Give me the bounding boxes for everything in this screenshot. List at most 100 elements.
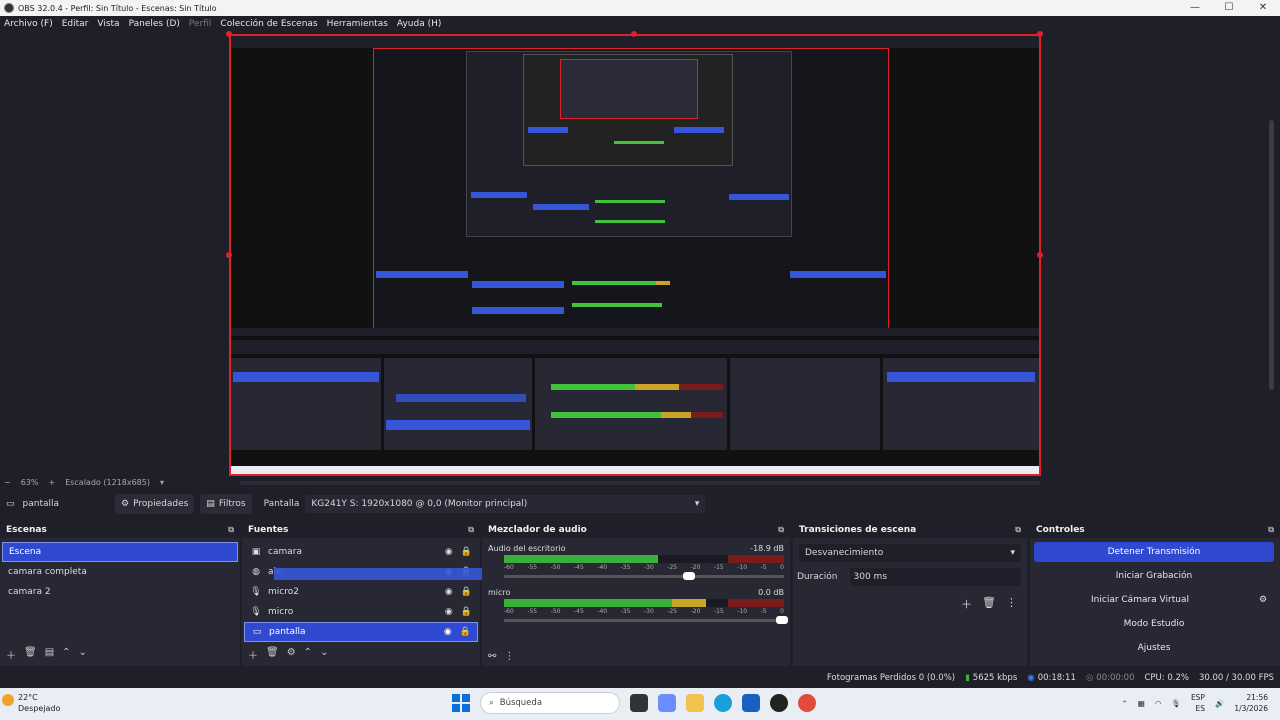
volume-slider[interactable] xyxy=(504,616,788,624)
preview-display[interactable] xyxy=(229,34,1041,476)
duration-input[interactable]: 300 ms xyxy=(849,568,1021,586)
menu-paneles[interactable]: Paneles (D) xyxy=(129,19,180,29)
chevron-up-icon[interactable]: ⌃ xyxy=(304,647,312,662)
settings-button[interactable]: Ajustes xyxy=(1034,638,1274,658)
network-icon[interactable]: ▦ xyxy=(1138,699,1145,708)
start-recording-button[interactable]: Iniciar Grabación xyxy=(1034,566,1274,586)
resize-handle[interactable] xyxy=(1037,252,1043,258)
add-icon[interactable]: ＋ xyxy=(6,647,16,662)
close-button[interactable]: ✕ xyxy=(1246,0,1280,16)
link-icon[interactable]: ⚯ xyxy=(488,651,496,662)
eye-icon[interactable]: ◉ xyxy=(445,607,453,617)
gear-icon[interactable]: ⚙ xyxy=(287,647,296,662)
lock-icon[interactable]: 🔒 xyxy=(461,587,472,597)
wifi-icon[interactable]: ◠ xyxy=(1155,699,1162,708)
chrome-icon[interactable] xyxy=(798,694,816,712)
mini-sel xyxy=(472,307,564,314)
transition-select[interactable]: Desvanecimiento ▾ xyxy=(799,544,1021,562)
lock-icon[interactable]: 🔒 xyxy=(460,627,471,637)
sources-header: Fuentes xyxy=(248,525,289,535)
eye-icon[interactable]: ◉ xyxy=(445,547,453,557)
lock-icon[interactable]: 🔒 xyxy=(461,607,472,617)
zoom-scale-select[interactable]: Escalado (1218x685) xyxy=(65,478,150,487)
trash-icon[interactable]: 🗑 xyxy=(266,647,279,662)
clock[interactable]: 21:56 1/3/2026 xyxy=(1234,692,1268,714)
menu-vista[interactable]: Vista xyxy=(97,19,119,29)
maximize-button[interactable]: ☐ xyxy=(1212,0,1246,16)
resize-handle[interactable] xyxy=(1037,31,1043,37)
mini-scenes xyxy=(231,358,381,450)
obs-icon[interactable] xyxy=(770,694,788,712)
popout-icon[interactable]: ⧉ xyxy=(1015,525,1021,535)
menu-editar[interactable]: Editar xyxy=(62,19,89,29)
horizontal-scrollbar[interactable] xyxy=(240,481,1040,485)
start-icon[interactable] xyxy=(452,694,470,712)
scale-tick: -20 xyxy=(690,564,701,571)
language-indicator[interactable]: ESP ES xyxy=(1191,692,1205,714)
mini-sources xyxy=(384,358,532,450)
mic-icon[interactable]: 🎙 xyxy=(1171,699,1181,708)
chevron-down-icon[interactable]: ⌄ xyxy=(79,647,87,662)
add-icon[interactable]: ＋ xyxy=(248,647,258,662)
lock-icon[interactable]: 🔒 xyxy=(461,547,472,557)
menu-ayuda[interactable]: Ayuda (H) xyxy=(397,19,441,29)
resize-handle[interactable] xyxy=(631,31,637,37)
source-item[interactable]: 🎙 micro2 ◉ 🔒 xyxy=(244,568,506,602)
eye-icon[interactable]: ◉ xyxy=(445,587,453,597)
more-icon[interactable]: ⋮ xyxy=(1006,596,1017,612)
store-icon[interactable] xyxy=(742,694,760,712)
source-item[interactable]: 🎙 micro ◉ 🔒 xyxy=(244,602,478,622)
eye-icon[interactable]: ◉ xyxy=(444,627,452,637)
stop-streaming-button[interactable]: Detener Transmisión xyxy=(1034,542,1274,562)
properties-button[interactable]: ⚙ Propiedades xyxy=(115,494,195,514)
popout-icon[interactable]: ⧉ xyxy=(228,525,234,535)
search-box[interactable]: ⌕ Búsqueda xyxy=(480,692,620,714)
gear-icon[interactable]: ⚙ xyxy=(1252,590,1274,610)
source-item[interactable]: ▣ camara ◉ 🔒 xyxy=(244,542,478,562)
slider-knob[interactable] xyxy=(683,572,696,580)
chevron-down-icon[interactable]: ⌄ xyxy=(320,647,328,662)
menu-archivo[interactable]: Archivo (F) xyxy=(4,19,53,29)
display-icon: ▭ xyxy=(252,627,262,637)
studio-mode-button[interactable]: Modo Estudio xyxy=(1034,614,1274,634)
chevron-up-icon[interactable]: ⌃ xyxy=(1121,699,1127,708)
menu-herramientas[interactable]: Herramientas xyxy=(327,19,388,29)
file-explorer-icon[interactable] xyxy=(686,694,704,712)
zoom-in-button[interactable]: + xyxy=(48,478,55,487)
menu-perfil[interactable]: Perfil xyxy=(189,19,212,29)
menu-coleccion-escenas[interactable]: Colección de Escenas xyxy=(220,19,317,29)
resize-handle[interactable] xyxy=(226,31,232,37)
filters-button[interactable]: ▤ Filtros xyxy=(200,494,252,514)
vertical-scrollbar[interactable] xyxy=(1269,120,1274,390)
resize-handle[interactable] xyxy=(226,252,232,258)
channel-name: micro xyxy=(488,588,511,597)
popout-icon[interactable]: ⧉ xyxy=(468,525,474,535)
popout-icon[interactable]: ⧉ xyxy=(778,525,784,535)
chevron-down-icon: ▾ xyxy=(1010,548,1015,558)
add-icon[interactable]: ＋ xyxy=(961,596,972,612)
speaker-icon[interactable]: 🔊 xyxy=(1215,699,1224,708)
volume-slider[interactable] xyxy=(504,572,784,580)
trash-icon[interactable]: 🗑 xyxy=(982,596,996,612)
scene-item[interactable]: camara 2 xyxy=(2,582,238,602)
mini-meter xyxy=(595,200,665,203)
weather-widget[interactable]: 22°C Despejado xyxy=(2,692,60,714)
slider-knob[interactable] xyxy=(775,616,788,624)
scale-tick: -30 xyxy=(643,564,654,571)
source-item[interactable]: ▭ pantalla ◉ 🔒 xyxy=(244,622,478,642)
trash-icon[interactable]: 🗑 xyxy=(24,647,37,662)
minimize-button[interactable]: — xyxy=(1178,0,1212,16)
copilot-icon[interactable] xyxy=(658,694,676,712)
filter-icon[interactable]: ▤ xyxy=(45,647,54,662)
scene-item[interactable]: Escena xyxy=(2,542,238,562)
edge-icon[interactable] xyxy=(714,694,732,712)
chevron-up-icon[interactable]: ⌃ xyxy=(62,647,70,662)
more-icon[interactable]: ⋮ xyxy=(504,651,514,662)
task-view-icon[interactable] xyxy=(630,694,648,712)
display-select[interactable]: KG241Y S: 1920x1080 @ 0,0 (Monitor princ… xyxy=(305,495,706,513)
zoom-out-button[interactable]: − xyxy=(4,478,11,487)
popout-icon[interactable]: ⧉ xyxy=(1268,525,1274,535)
chevron-down-icon[interactable]: ▾ xyxy=(160,478,164,487)
scene-item[interactable]: camara completa xyxy=(2,562,238,582)
start-virtual-camera-button[interactable]: Iniciar Cámara Virtual xyxy=(1034,590,1246,610)
